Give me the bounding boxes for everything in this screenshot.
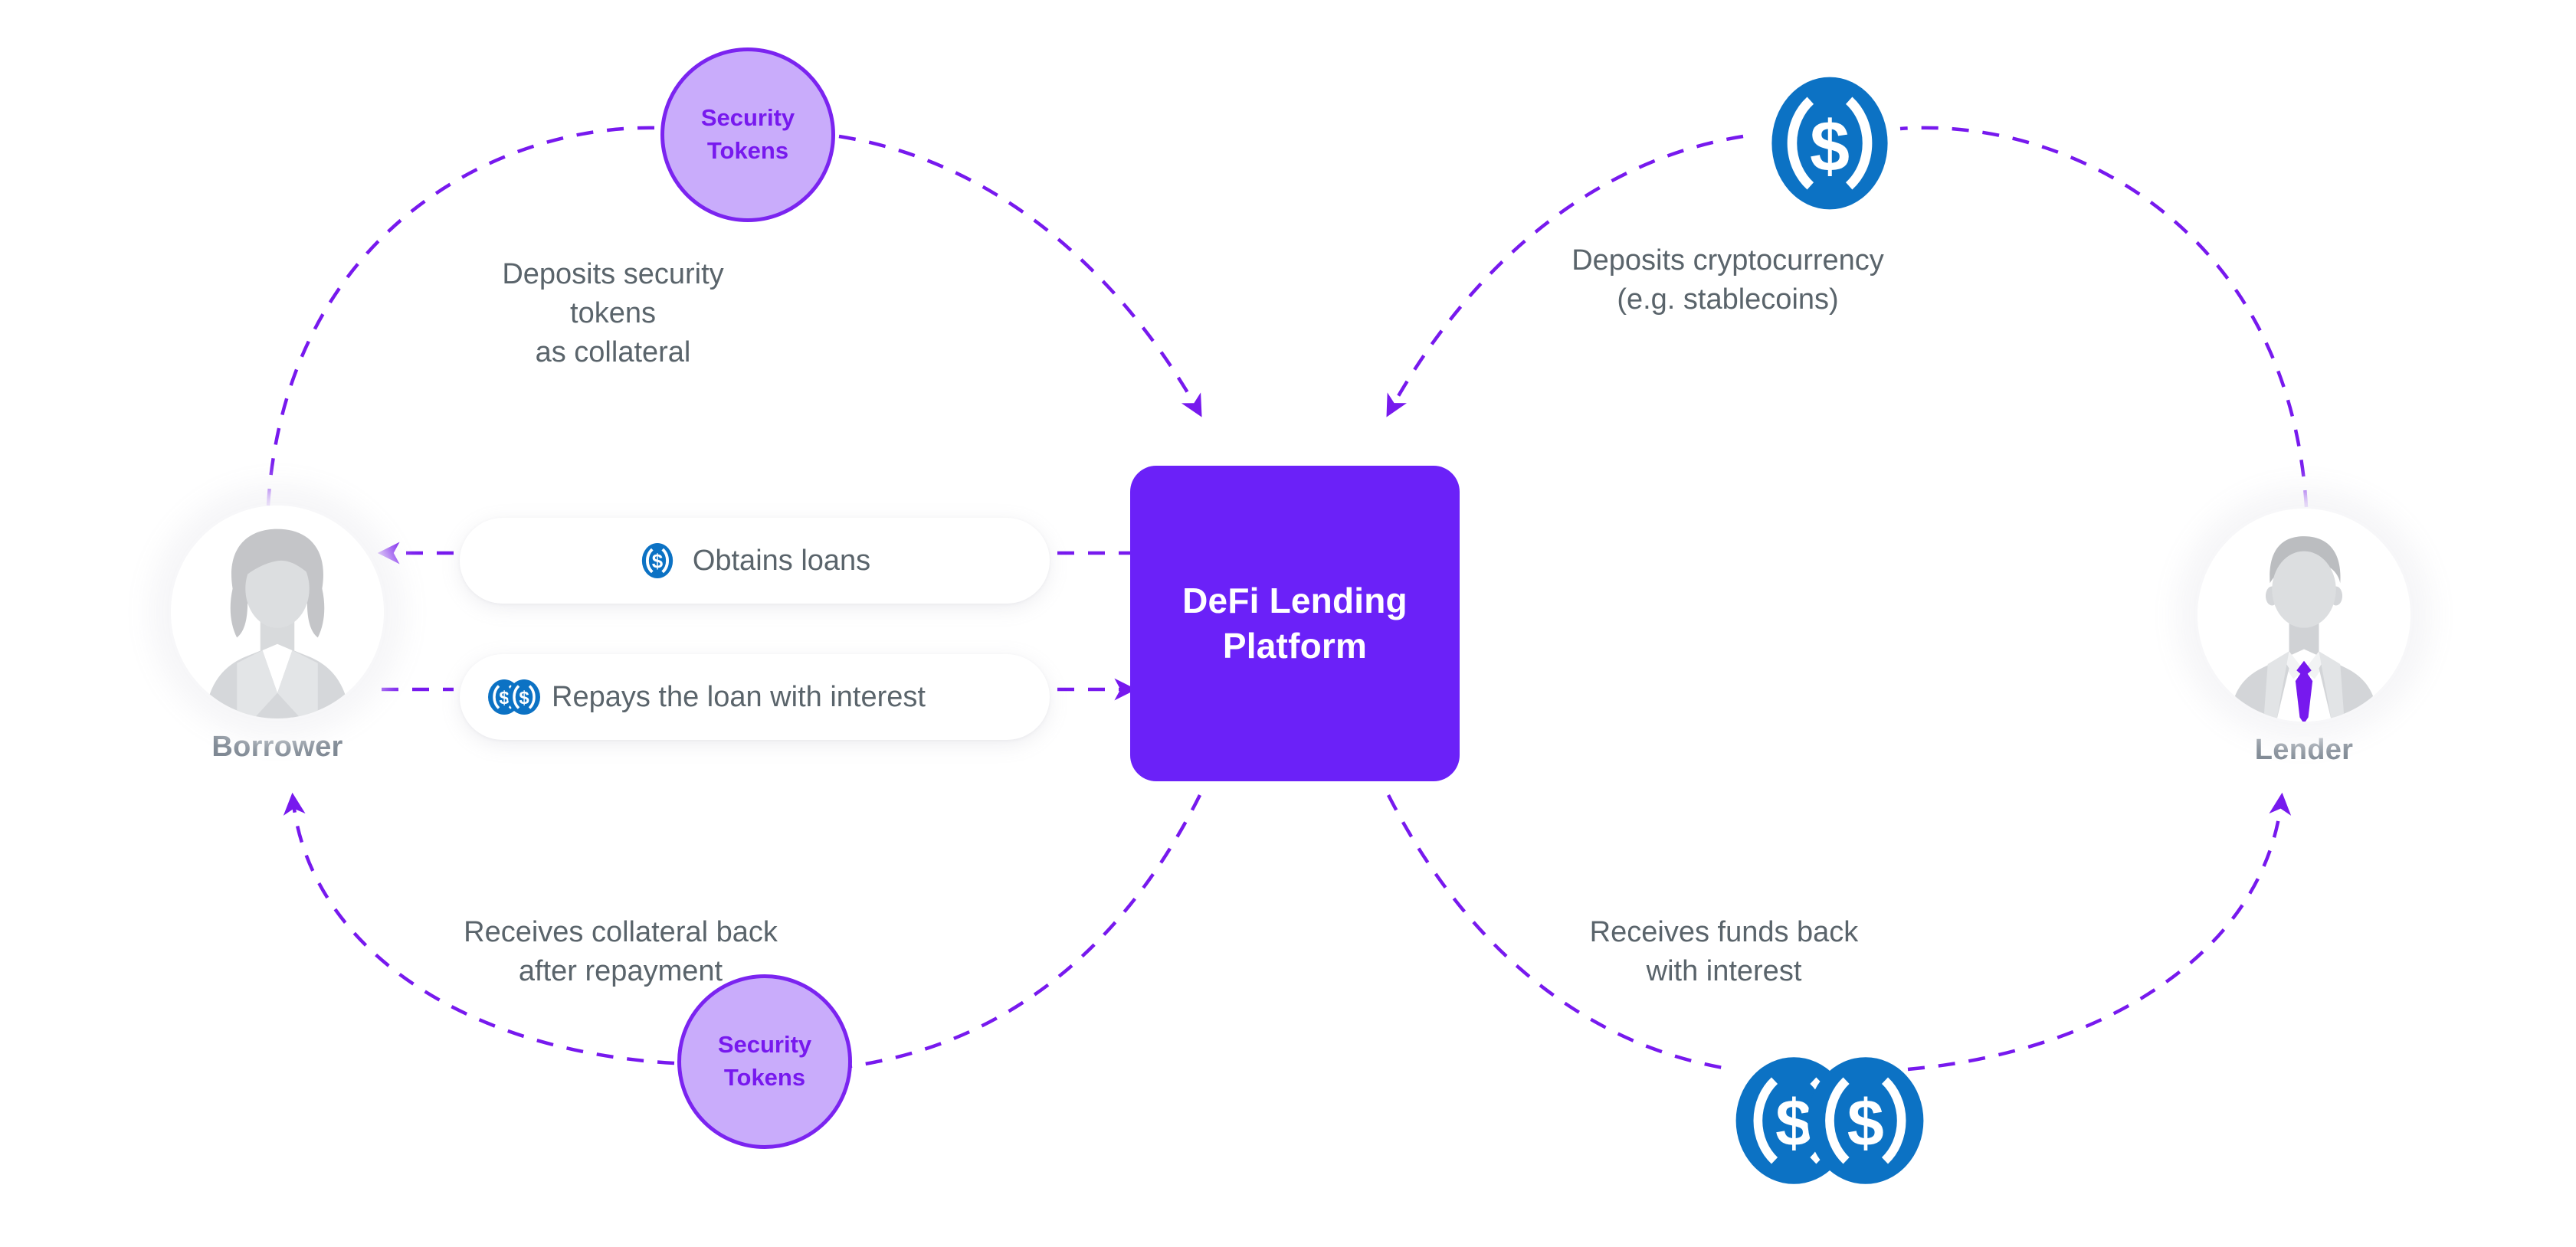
single-coin-icon: $	[639, 542, 676, 580]
single-coin-icon-top-right: $	[1761, 74, 1899, 213]
actor-borrower[interactable]: Borrower	[162, 506, 392, 764]
pill-repays-loan[interactable]: $ $ Repays the loan with interest	[460, 654, 1050, 740]
caption-deposits-security-tokens: Deposits security tokens as collateral	[502, 258, 724, 368]
lender-name: Lender	[2254, 734, 2354, 766]
pill-obtains-loans[interactable]: $ Obtains loans	[460, 518, 1050, 604]
security-tokens-node-bottom[interactable]: Security Tokens	[677, 974, 852, 1149]
caption-deposits-cryptocurrency: Deposits cryptocurrency (e.g. stablecoin…	[1571, 244, 1884, 316]
lender-avatar	[2197, 509, 2410, 722]
security-tokens-node-top[interactable]: Security Tokens	[660, 47, 835, 222]
svg-text:$: $	[519, 688, 529, 709]
arc-funds-back-2	[1907, 792, 2292, 1072]
arc-collateral-back-1	[850, 794, 1202, 1069]
arc-lender-deposit	[1899, 126, 2309, 508]
borrower-name: Borrower	[211, 731, 343, 763]
platform-label: DeFi Lending Platform	[1182, 581, 1408, 666]
actor-lender[interactable]: Lender	[2189, 509, 2419, 767]
borrower-avatar	[171, 506, 384, 718]
diagram-canvas: DeFi Lending Platform Security Tokens Se…	[0, 0, 2576, 1247]
svg-text:$: $	[1810, 106, 1850, 186]
pill-obtains-loans-label: Obtains loans	[692, 544, 871, 577]
svg-text:$: $	[652, 551, 664, 573]
caption-receives-funds-back: Receives funds back with interest	[1589, 916, 1859, 987]
defi-platform-node[interactable]: DeFi Lending Platform	[1130, 466, 1460, 781]
svg-text:$: $	[1775, 1086, 1812, 1160]
svg-text:$: $	[1847, 1086, 1884, 1160]
security-tokens-label-top: Security Tokens	[700, 104, 795, 164]
double-coin-icon: $ $	[487, 678, 541, 716]
arc-borrower-deposit-2	[838, 134, 1202, 417]
double-coin-icon-bottom-right: $ $	[1733, 1049, 1926, 1192]
caption-receives-collateral-back: Receives collateral back after repayment	[464, 916, 778, 987]
security-tokens-label-bottom: Security Tokens	[717, 1031, 812, 1091]
pill-repays-loan-label: Repays the loan with interest	[552, 680, 926, 713]
